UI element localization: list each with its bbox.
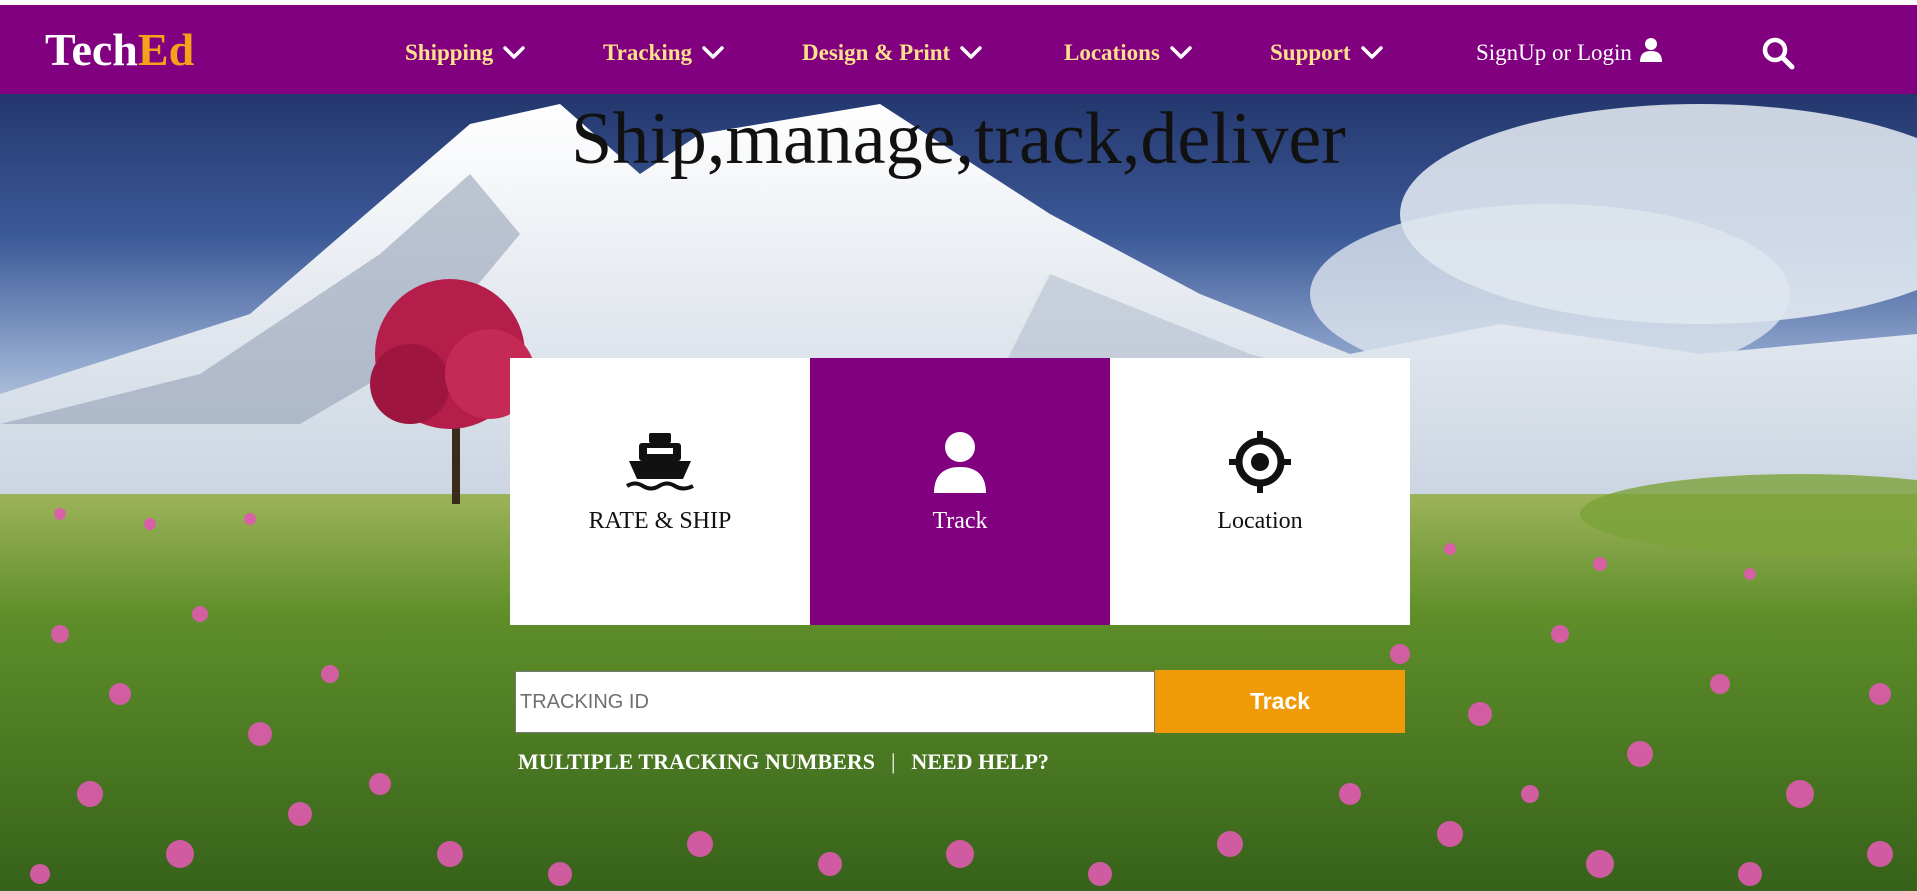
user-icon bbox=[1639, 37, 1662, 69]
card-rate-ship[interactable]: RATE & SHIP bbox=[510, 358, 810, 625]
signup-login-label: SignUp or Login bbox=[1476, 40, 1632, 65]
user-icon bbox=[932, 430, 988, 494]
nav-item-label: Design & Print bbox=[802, 40, 951, 65]
tracking-help-links: MULTIPLE TRACKING NUMBERS | NEED HELP? bbox=[518, 749, 1049, 775]
card-label: Track bbox=[932, 508, 988, 534]
chevron-down-icon bbox=[1170, 46, 1192, 60]
nav-item-label: Shipping bbox=[405, 40, 494, 65]
nav-item-support[interactable]: Support bbox=[1270, 35, 1383, 71]
nav-item-design-print[interactable]: Design & Print bbox=[802, 35, 982, 71]
signup-login-link[interactable]: SignUp or Login bbox=[1476, 35, 1662, 71]
chevron-down-icon bbox=[702, 46, 724, 60]
nav-item-label: Tracking bbox=[603, 40, 693, 65]
nav-item-shipping[interactable]: Shipping bbox=[405, 35, 525, 71]
location-target-icon bbox=[1229, 430, 1291, 494]
multiple-tracking-numbers-link[interactable]: MULTIPLE TRACKING NUMBERS bbox=[518, 749, 875, 775]
nav-item-tracking[interactable]: Tracking bbox=[603, 35, 724, 71]
card-location[interactable]: Location bbox=[1110, 358, 1410, 625]
nav-item-locations[interactable]: Locations bbox=[1064, 35, 1192, 71]
search-icon[interactable] bbox=[1761, 36, 1797, 72]
card-track[interactable]: Track bbox=[810, 358, 1110, 625]
chevron-down-icon bbox=[960, 46, 982, 60]
ship-icon bbox=[625, 430, 695, 494]
need-help-link[interactable]: NEED HELP? bbox=[911, 749, 1049, 775]
tracking-id-input[interactable] bbox=[515, 671, 1155, 733]
nav-item-label: Support bbox=[1270, 40, 1351, 65]
hero-headline: Ship,manage,track,deliver bbox=[571, 98, 1346, 180]
track-button[interactable]: Track bbox=[1155, 670, 1405, 733]
chevron-down-icon bbox=[503, 46, 525, 60]
link-separator: | bbox=[890, 749, 896, 774]
logo-text-accent: Ed bbox=[137, 24, 195, 75]
card-label: RATE & SHIP bbox=[588, 508, 732, 534]
site-logo[interactable]: TechEd bbox=[45, 25, 194, 75]
top-navbar: TechEd Shipping Tracking Design & Print … bbox=[0, 5, 1917, 94]
chevron-down-icon bbox=[1360, 46, 1383, 60]
card-label: Location bbox=[1217, 508, 1303, 534]
logo-text-primary: Tech bbox=[45, 24, 138, 75]
service-cards: RATE & SHIP Track Location bbox=[510, 358, 1410, 625]
nav-item-label: Locations bbox=[1064, 40, 1160, 65]
